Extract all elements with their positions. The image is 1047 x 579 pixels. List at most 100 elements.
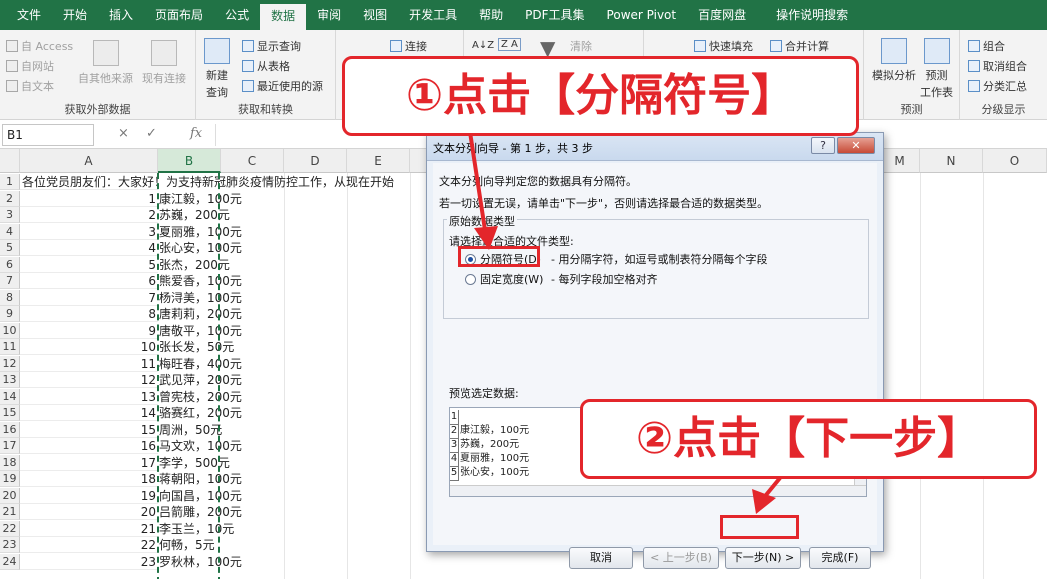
group-button[interactable]: 组合 — [968, 38, 1005, 54]
tab-9[interactable]: 帮助 — [468, 0, 514, 30]
row-header[interactable]: 8 — [0, 289, 20, 306]
name-box[interactable]: B1 — [2, 124, 94, 146]
cell-a[interactable]: 15 — [20, 422, 158, 438]
row-header[interactable]: 18 — [0, 454, 20, 471]
insert-function-icon[interactable]: fx — [190, 126, 202, 141]
recent-sources-button[interactable]: 最近使用的源 — [242, 78, 323, 94]
row-header[interactable]: 6 — [0, 256, 20, 273]
cell-a[interactable]: 11 — [20, 356, 158, 372]
col-header-e[interactable]: E — [347, 149, 410, 173]
row-header[interactable]: 10 — [0, 322, 20, 339]
tab-12[interactable]: 百度网盘 — [687, 0, 757, 30]
col-header-b[interactable]: B — [158, 149, 221, 173]
row-header[interactable]: 1 — [0, 174, 20, 190]
row-header[interactable]: 2 — [0, 190, 20, 207]
show-query-button[interactable]: 显示查询 — [242, 38, 301, 54]
tab-6[interactable]: 审阅 — [306, 0, 352, 30]
cell-a[interactable]: 13 — [20, 389, 158, 405]
tab-5[interactable]: 数据 — [260, 4, 307, 30]
row-header[interactable]: 12 — [0, 355, 20, 372]
from-web-button[interactable]: 自网站 — [6, 58, 54, 74]
select-all-corner[interactable] — [0, 149, 20, 173]
cell-a[interactable]: 23 — [20, 554, 158, 570]
row-header[interactable]: 9 — [0, 306, 20, 322]
ungroup-button[interactable]: 取消组合 — [968, 58, 1027, 74]
new-query-button[interactable]: 新建 查询 — [204, 38, 230, 100]
row-header[interactable]: 17 — [0, 438, 20, 454]
col-header-m[interactable]: M — [880, 149, 920, 173]
finish-button[interactable]: 完成(F) — [809, 547, 871, 569]
what-if-analysis-button[interactable]: 模拟分析 — [872, 38, 916, 83]
row-header[interactable]: 5 — [0, 240, 20, 256]
connections-button[interactable]: 连接 — [390, 38, 427, 54]
row-header[interactable]: 7 — [0, 273, 20, 289]
flash-fill-button[interactable]: 快速填充 — [694, 38, 753, 54]
help-button[interactable]: ? — [811, 137, 835, 154]
tab-13[interactable]: 操作说明搜索 — [765, 0, 859, 30]
clear-filter-button[interactable]: 清除 — [570, 38, 592, 54]
confirm-entry-icon[interactable]: ✓ — [146, 126, 157, 141]
fixed-width-radio[interactable]: 固定宽度(W) — [465, 271, 543, 287]
row-header[interactable]: 13 — [0, 372, 20, 388]
row-header[interactable]: 16 — [0, 421, 20, 438]
cell-a[interactable]: 5 — [20, 257, 158, 273]
cancel-entry-icon[interactable]: × — [118, 126, 129, 141]
sort-az-button[interactable]: A↓Z — [472, 40, 494, 51]
row-header[interactable]: 24 — [0, 553, 20, 570]
tab-2[interactable]: 插入 — [98, 0, 144, 30]
row-header[interactable]: 23 — [0, 537, 20, 553]
cell-a[interactable]: 20 — [20, 504, 158, 520]
tab-1[interactable]: 开始 — [52, 0, 98, 30]
cell-a[interactable]: 14 — [20, 405, 158, 421]
close-button[interactable]: ✕ — [837, 137, 875, 154]
tab-11[interactable]: Power Pivot — [596, 0, 688, 30]
existing-connections-button[interactable]: 现有连接 — [142, 40, 186, 86]
tab-0[interactable]: 文件 — [6, 0, 52, 30]
cell-a[interactable]: 6 — [20, 273, 158, 289]
tab-3[interactable]: 页面布局 — [144, 0, 214, 30]
cell-a[interactable]: 7 — [20, 290, 158, 306]
cell-a[interactable]: 16 — [20, 438, 158, 454]
consolidate-button[interactable]: 合并计算 — [770, 38, 829, 54]
cell-a[interactable]: 1 — [20, 191, 158, 207]
col-header-a[interactable]: A — [20, 149, 158, 173]
cell-a[interactable]: 22 — [20, 537, 158, 553]
preview-horizontal-scrollbar[interactable] — [450, 485, 866, 496]
cell-a[interactable]: 10 — [20, 339, 158, 355]
cell-a[interactable]: 21 — [20, 521, 158, 537]
row-header[interactable]: 4 — [0, 223, 20, 240]
from-text-button[interactable]: 自文本 — [6, 78, 54, 94]
col-header-d[interactable]: D — [284, 149, 347, 173]
forecast-sheet-button[interactable]: 预测 工作表 — [920, 38, 953, 100]
row-header[interactable]: 3 — [0, 207, 20, 223]
row-header[interactable]: 15 — [0, 405, 20, 421]
cancel-button[interactable]: 取消 — [569, 547, 633, 569]
tab-7[interactable]: 视图 — [352, 0, 398, 30]
cell-a[interactable]: 9 — [20, 323, 158, 339]
col-header-c[interactable]: C — [221, 149, 284, 173]
next-button[interactable]: 下一步(N) > — [725, 547, 801, 569]
row-header[interactable]: 14 — [0, 388, 20, 405]
row-header[interactable]: 20 — [0, 487, 20, 504]
back-button[interactable]: < 上一步(B) — [643, 547, 719, 569]
tab-8[interactable]: 开发工具 — [398, 0, 468, 30]
from-other-sources-button[interactable]: 自其他来源 — [78, 40, 133, 86]
sort-za-button[interactable]: Z A — [498, 38, 521, 51]
cell-a[interactable]: 8 — [20, 306, 158, 322]
from-access-button[interactable]: 自 Access — [6, 38, 73, 54]
cell-a[interactable]: 4 — [20, 240, 158, 256]
row-header[interactable]: 22 — [0, 520, 20, 537]
cell-a[interactable]: 17 — [20, 455, 158, 471]
cell-a[interactable]: 18 — [20, 471, 158, 487]
row-header[interactable]: 11 — [0, 339, 20, 355]
tab-4[interactable]: 公式 — [214, 0, 260, 30]
cell-a[interactable]: 2 — [20, 207, 158, 223]
cell-a[interactable]: 19 — [20, 488, 158, 504]
cell-a[interactable]: 3 — [20, 224, 158, 240]
col-header-o[interactable]: O — [983, 149, 1047, 173]
cell-a[interactable]: 12 — [20, 372, 158, 388]
from-table-button[interactable]: 从表格 — [242, 58, 290, 74]
row-header[interactable]: 21 — [0, 504, 20, 520]
col-header-n[interactable]: N — [920, 149, 983, 173]
subtotal-button[interactable]: 分类汇总 — [968, 78, 1027, 94]
